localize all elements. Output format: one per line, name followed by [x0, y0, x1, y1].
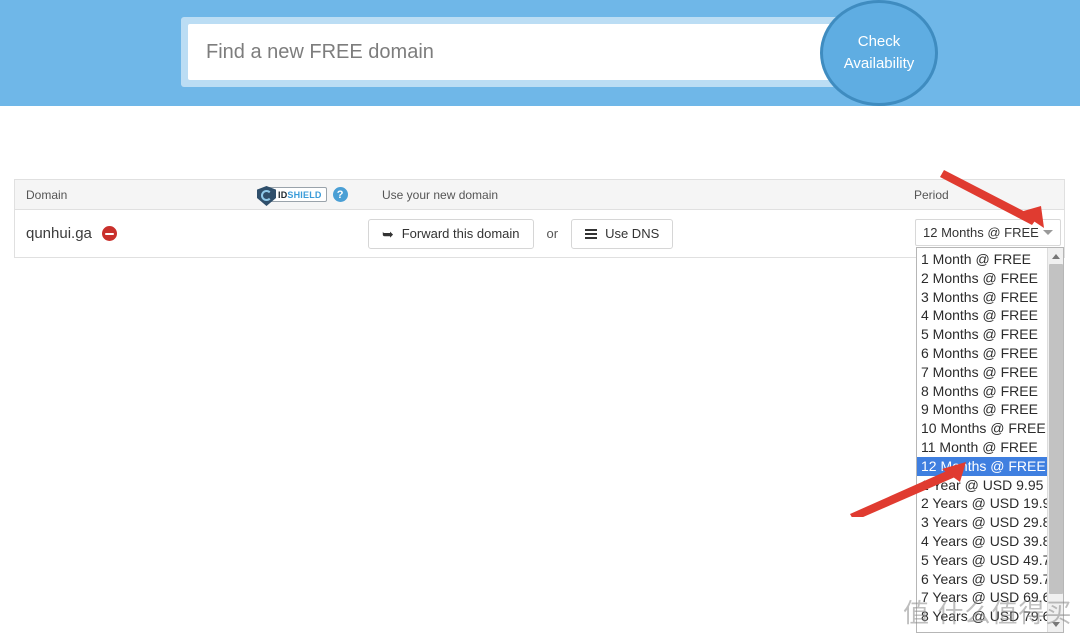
domain-results-table: Domain ID SHIELD ? Use your new domain Pe…	[14, 179, 1065, 258]
scrollbar-thumb[interactable]	[1048, 264, 1063, 594]
forward-this-domain-label: Forward this domain	[401, 226, 520, 241]
idshield-badge-shield: SHIELD	[287, 189, 322, 200]
column-header-idshield: ID SHIELD ?	[257, 186, 369, 206]
dropdown-option[interactable]: 7 Months @ FREE	[917, 363, 1047, 382]
dropdown-option[interactable]: 3 Years @ USD 29.85	[917, 513, 1047, 532]
check-availability-label-line2: Availability	[843, 55, 915, 72]
dropdown-option[interactable]: 8 Years @ USD 79.60	[917, 607, 1047, 626]
help-icon[interactable]: ?	[332, 187, 348, 202]
domain-name-label: qunhui.ga	[26, 225, 92, 242]
domain-name-cell: qunhui.ga	[15, 225, 265, 242]
scrollbar-track[interactable]	[1047, 264, 1063, 616]
dropdown-option[interactable]: 9 Months @ FREE	[917, 400, 1047, 419]
period-dropdown-options[interactable]: 1 Month @ FREE 2 Months @ FREE 3 Months @ …	[917, 248, 1047, 632]
period-select[interactable]: 12 Months @ FREE	[915, 219, 1061, 246]
dropdown-option[interactable]: 6 Years @ USD 59.70	[917, 570, 1047, 589]
forward-this-domain-button[interactable]: ➥ Forward this domain	[368, 218, 534, 249]
check-availability-label-line1: Check	[857, 32, 901, 50]
domain-search-input[interactable]	[188, 24, 891, 80]
check-availability-button[interactable]: Check Availability	[820, 0, 938, 106]
no-entry-icon[interactable]	[101, 226, 117, 241]
forward-arrow-icon: ➥	[382, 225, 394, 242]
column-header-domain: Domain	[26, 187, 68, 202]
dropdown-option[interactable]: 4 Months @ FREE	[917, 306, 1047, 325]
scroll-up-button[interactable]	[1047, 248, 1063, 264]
table-header-row: Domain ID SHIELD ? Use your new domain Pe…	[15, 180, 1064, 210]
period-select-value: 12 Months @ FREE	[923, 225, 1039, 240]
column-header-period: Period	[914, 187, 949, 202]
idshield-badge-id: ID	[278, 189, 288, 200]
shield-icon	[257, 186, 276, 206]
dropdown-option[interactable]: 12 Months @ FREE	[917, 456, 1047, 476]
dropdown-scrollbar[interactable]	[1047, 248, 1063, 632]
dropdown-option[interactable]: 2 Years @ USD 19.90	[917, 494, 1047, 513]
dropdown-option[interactable]: 1 Month @ FREE	[917, 250, 1047, 269]
scroll-down-button[interactable]	[1047, 616, 1063, 632]
dropdown-option[interactable]: 11 Month @ FREE	[917, 438, 1047, 457]
dropdown-option[interactable]: 2 Months @ FREE	[917, 269, 1047, 288]
idshield-badge: ID SHIELD	[257, 186, 327, 206]
table-row: qunhui.ga ➥ Forward this domain or Use D…	[15, 210, 1064, 257]
triangle-up-icon	[1051, 253, 1060, 259]
column-header-use-your-new-domain: Use your new domain	[382, 187, 499, 202]
use-dns-label: Use DNS	[605, 226, 660, 241]
dropdown-option[interactable]: 8 Months @ FREE	[917, 382, 1047, 401]
dropdown-option[interactable]: 1 Year @ USD 9.95	[917, 476, 1047, 495]
use-dns-button[interactable]: Use DNS	[571, 218, 674, 249]
dropdown-option[interactable]: 5 Months @ FREE	[917, 325, 1047, 344]
dropdown-option[interactable]: 7 Years @ USD 69.65	[917, 588, 1047, 607]
dropdown-option[interactable]: 3 Months @ FREE	[917, 288, 1047, 307]
list-icon	[585, 228, 598, 239]
domain-actions-cell: ➥ Forward this domain or Use DNS	[265, 218, 914, 249]
or-separator-label: or	[546, 226, 559, 241]
dropdown-option[interactable]: 10 Months @ FREE	[917, 419, 1047, 438]
period-dropdown-list[interactable]: 1 Month @ FREE 2 Months @ FREE 3 Months @ …	[916, 247, 1064, 633]
dropdown-option[interactable]: 5 Years @ USD 49.75	[917, 551, 1047, 570]
dropdown-option[interactable]: 4 Years @ USD 39.80	[917, 532, 1047, 551]
search-field-frame	[181, 17, 898, 87]
dropdown-option[interactable]: 6 Months @ FREE	[917, 344, 1047, 363]
triangle-down-icon	[1051, 621, 1060, 627]
chevron-down-icon[interactable]	[1043, 230, 1053, 235]
